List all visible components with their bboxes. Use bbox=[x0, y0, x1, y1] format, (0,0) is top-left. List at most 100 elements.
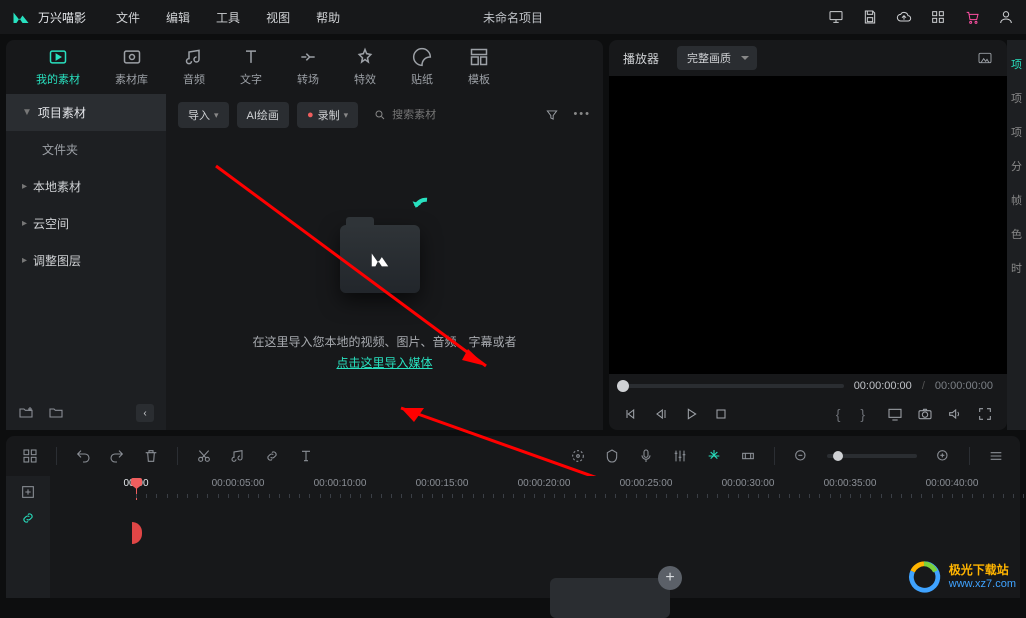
play-icon[interactable] bbox=[683, 406, 699, 422]
preview-header: 播放器 完整画质 bbox=[609, 40, 1007, 76]
prev-frame-icon[interactable] bbox=[623, 406, 639, 422]
add-track-icon[interactable] bbox=[20, 484, 36, 500]
timeline-ruler[interactable]: 00:00 00:00:05:00 00:00:10:00 00:00:15:0… bbox=[50, 478, 1020, 500]
zoom-slider[interactable] bbox=[827, 454, 917, 458]
cut-icon[interactable] bbox=[196, 448, 212, 464]
quality-selector[interactable]: 完整画质 bbox=[677, 46, 757, 70]
audio-icon bbox=[183, 47, 205, 67]
menu-file[interactable]: 文件 bbox=[116, 9, 140, 26]
tab-transition[interactable]: 转场 bbox=[297, 47, 319, 87]
import-media-link[interactable]: 点击这里导入媒体 bbox=[336, 354, 432, 371]
text-icon bbox=[240, 47, 262, 67]
effect-icon bbox=[354, 47, 376, 67]
stop-icon[interactable] bbox=[713, 406, 729, 422]
add-clip-button[interactable]: + bbox=[658, 566, 682, 590]
search-box[interactable] bbox=[366, 109, 537, 121]
mark-braces[interactable]: { } bbox=[836, 406, 873, 422]
filter-icon[interactable] bbox=[545, 108, 559, 122]
app-logo-icon bbox=[12, 8, 30, 26]
template-icon bbox=[468, 47, 490, 67]
playback-progress: 00:00:00:00 / 00:00:00:00 bbox=[609, 374, 1007, 398]
menu-help[interactable]: 帮助 bbox=[316, 9, 340, 26]
search-input[interactable] bbox=[392, 109, 472, 121]
sidebar-folder[interactable]: 文件夹 bbox=[6, 131, 166, 168]
sidebar-local[interactable]: ▸本地素材 bbox=[6, 168, 166, 205]
monitor-icon[interactable] bbox=[828, 9, 844, 25]
download-arrow-icon bbox=[403, 195, 435, 227]
tab-sticker[interactable]: 贴纸 bbox=[411, 47, 433, 87]
sidebar-adjust[interactable]: ▸调整图层 bbox=[6, 242, 166, 279]
collapse-sidebar-button[interactable]: ‹ bbox=[136, 404, 154, 422]
media-toolbar: 导入▾ AI绘画 ●录制▾ ••• bbox=[166, 94, 603, 136]
zoom-out-icon[interactable] bbox=[793, 448, 809, 464]
app-name: 万兴喵影 bbox=[38, 9, 86, 26]
menu-view[interactable]: 视图 bbox=[266, 9, 290, 26]
tab-effect[interactable]: 特效 bbox=[354, 47, 376, 87]
player-label: 播放器 bbox=[623, 50, 659, 67]
timeline-toolbar bbox=[6, 436, 1020, 476]
undo-icon[interactable] bbox=[75, 448, 91, 464]
cloud-upload-icon[interactable] bbox=[896, 9, 912, 25]
time-total: 00:00:00:00 bbox=[935, 380, 993, 392]
music-icon[interactable] bbox=[230, 448, 246, 464]
timeline[interactable]: 00:00 00:00:05:00 00:00:10:00 00:00:15:0… bbox=[6, 476, 1020, 598]
tab-stock[interactable]: 素材库 bbox=[115, 47, 148, 87]
menu-tool[interactable]: 工具 bbox=[216, 9, 240, 26]
tab-text[interactable]: 文字 bbox=[240, 47, 262, 87]
import-folder-graphic bbox=[325, 195, 445, 315]
media-tabs: 我的素材 素材库 音频 文字 转场 特效 bbox=[6, 40, 603, 94]
redo-icon[interactable] bbox=[109, 448, 125, 464]
video-viewport[interactable] bbox=[609, 76, 1007, 374]
layout-icon[interactable] bbox=[22, 448, 38, 464]
text-tool-icon[interactable] bbox=[298, 448, 314, 464]
track-start-marker[interactable] bbox=[132, 522, 142, 544]
tab-audio[interactable]: 音频 bbox=[183, 47, 205, 87]
sidebar-cloud[interactable]: ▸云空间 bbox=[6, 205, 166, 242]
sidebar-project-media[interactable]: ▼项目素材 bbox=[6, 94, 166, 131]
ghost-clip[interactable]: + bbox=[550, 578, 670, 618]
project-title: 未命名项目 bbox=[483, 9, 543, 26]
record-button[interactable]: ●录制▾ bbox=[297, 102, 358, 128]
folder-icon[interactable] bbox=[48, 405, 64, 421]
save-icon[interactable] bbox=[862, 9, 878, 25]
main-menu: 文件 编辑 工具 视图 帮助 bbox=[116, 9, 340, 26]
ai-draw-button[interactable]: AI绘画 bbox=[237, 102, 289, 128]
track-link-icon[interactable] bbox=[20, 510, 36, 526]
sticker-icon bbox=[411, 47, 433, 67]
apps-icon[interactable] bbox=[930, 9, 946, 25]
tab-template[interactable]: 模板 bbox=[468, 47, 490, 87]
link-icon[interactable] bbox=[264, 448, 280, 464]
media-drop-zone[interactable]: 在这里导入您本地的视频、图片、音频、字幕或者 点击这里导入媒体 bbox=[166, 136, 603, 430]
drop-zone-text: 在这里导入您本地的视频、图片、音频、字幕或者 bbox=[252, 333, 516, 350]
media-icon bbox=[47, 47, 69, 67]
timeline-menu-icon[interactable] bbox=[988, 448, 1004, 464]
marker-icon[interactable] bbox=[604, 448, 620, 464]
magnet-icon[interactable] bbox=[706, 448, 722, 464]
volume-icon[interactable] bbox=[947, 406, 963, 422]
cart-icon[interactable] bbox=[964, 9, 980, 25]
display-icon[interactable] bbox=[887, 406, 903, 422]
ripple-icon[interactable] bbox=[740, 448, 756, 464]
right-strip-top[interactable]: 项 bbox=[1011, 56, 1022, 72]
step-back-icon[interactable] bbox=[653, 406, 669, 422]
color-wheel-icon[interactable] bbox=[570, 448, 586, 464]
more-icon[interactable]: ••• bbox=[573, 108, 591, 122]
progress-slider[interactable] bbox=[623, 384, 844, 388]
time-current: 00:00:00:00 bbox=[854, 380, 912, 392]
mixer-icon[interactable] bbox=[672, 448, 688, 464]
transition-icon bbox=[297, 47, 319, 67]
import-button[interactable]: 导入▾ bbox=[178, 102, 229, 128]
fullscreen-icon[interactable] bbox=[977, 406, 993, 422]
zoom-in-icon[interactable] bbox=[935, 448, 951, 464]
media-sidebar: ▼项目素材 文件夹 ▸本地素材 ▸云空间 ▸调整图层 ‹ bbox=[6, 94, 166, 430]
snapshot-icon[interactable] bbox=[977, 50, 993, 66]
mic-icon[interactable] bbox=[638, 448, 654, 464]
menu-edit[interactable]: 编辑 bbox=[166, 9, 190, 26]
tab-my-media[interactable]: 我的素材 bbox=[36, 47, 80, 87]
user-icon[interactable] bbox=[998, 9, 1014, 25]
search-icon bbox=[374, 109, 386, 121]
delete-icon[interactable] bbox=[143, 448, 159, 464]
camera-icon[interactable] bbox=[917, 406, 933, 422]
player-controls: { } bbox=[609, 398, 1007, 430]
new-folder-icon[interactable] bbox=[18, 405, 34, 421]
